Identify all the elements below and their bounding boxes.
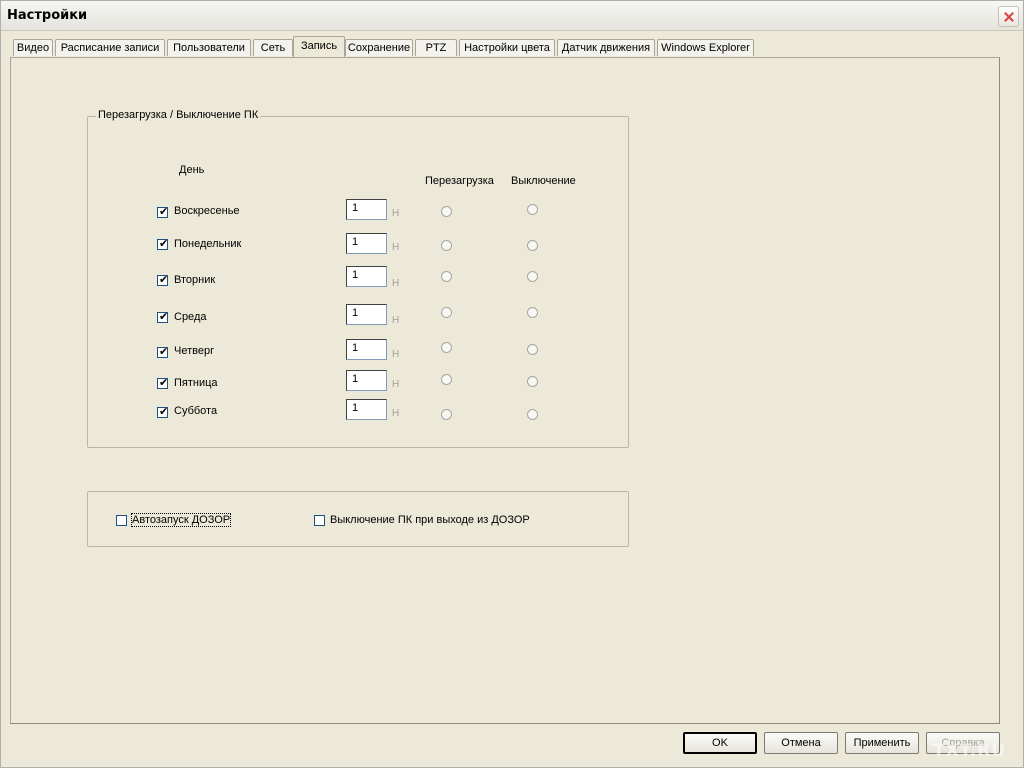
tab-users[interactable]: Пользователи xyxy=(167,39,251,56)
wednesday-shutdown-radio[interactable] xyxy=(527,307,538,318)
thursday-label: Четверг xyxy=(174,345,215,357)
tab-network[interactable]: Сеть xyxy=(253,39,293,56)
reboot-shutdown-group-title: Перезагрузка / Выключение ПК xyxy=(96,109,261,121)
monday-shutdown-radio[interactable] xyxy=(527,240,538,251)
shutdown-on-exit-checkbox[interactable] xyxy=(314,515,325,526)
wednesday-checkbox[interactable]: ✔ xyxy=(157,310,169,323)
check-icon: ✔ xyxy=(159,345,169,358)
check-icon: ✔ xyxy=(159,310,169,323)
tuesday-reboot-radio[interactable] xyxy=(441,271,452,282)
friday-hour-field[interactable]: 1 xyxy=(346,370,387,391)
autostart-label[interactable]: Автозапуск ДОЗОР xyxy=(130,513,232,527)
sunday-shutdown-radio[interactable] xyxy=(527,204,538,215)
autostart-checkbox[interactable] xyxy=(116,515,127,526)
hour-unit-label: Н xyxy=(392,349,400,360)
saturday-hour-field[interactable]: 1 xyxy=(346,399,387,420)
thursday-shutdown-radio[interactable] xyxy=(527,344,538,355)
check-icon: ✔ xyxy=(159,405,169,418)
tab-windows-explorer[interactable]: Windows Explorer xyxy=(657,39,754,56)
tab-color-settings[interactable]: Настройки цвета xyxy=(459,39,555,56)
shutdown-column-header: Выключение xyxy=(511,175,576,187)
saturday-shutdown-radio[interactable] xyxy=(527,409,538,420)
check-icon: ✔ xyxy=(159,205,169,218)
title-bar: Настройки xyxy=(1,1,1023,31)
sunday-label: Воскресенье xyxy=(174,205,240,217)
apply-button[interactable]: Применить xyxy=(845,732,919,754)
monday-reboot-radio[interactable] xyxy=(441,240,452,251)
monday-checkbox[interactable]: ✔ xyxy=(157,237,169,250)
check-icon: ✔ xyxy=(159,237,169,250)
saturday-reboot-radio[interactable] xyxy=(441,409,452,420)
hour-unit-label: Н xyxy=(392,242,400,253)
thursday-checkbox[interactable]: ✔ xyxy=(157,345,169,358)
tab-saving[interactable]: Сохранение xyxy=(345,39,413,56)
window-title: Настройки xyxy=(7,8,88,23)
check-icon: ✔ xyxy=(159,376,169,389)
wednesday-reboot-radio[interactable] xyxy=(441,307,452,318)
day-column-header: День xyxy=(179,164,205,176)
friday-shutdown-radio[interactable] xyxy=(527,376,538,387)
tab-ptz[interactable]: PTZ xyxy=(415,39,457,56)
hour-unit-label: Н xyxy=(392,379,400,390)
sunday-hour-field[interactable]: 1 xyxy=(346,199,387,220)
hour-unit-label: Н xyxy=(392,408,400,419)
sunday-checkbox[interactable]: ✔ xyxy=(157,205,169,218)
wednesday-hour-field[interactable]: 1 xyxy=(346,304,387,325)
monday-hour-field[interactable]: 1 xyxy=(346,233,387,254)
sunday-reboot-radio[interactable] xyxy=(441,206,452,217)
shutdown-on-exit-label[interactable]: Выключение ПК при выходе из ДОЗОР xyxy=(330,514,530,526)
wednesday-label: Среда xyxy=(174,311,207,323)
watermark: TXT.RU xyxy=(933,741,1007,761)
friday-label: Пятница xyxy=(174,377,218,389)
thursday-hour-field[interactable]: 1 xyxy=(346,339,387,360)
tab-recording[interactable]: Запись xyxy=(293,36,345,57)
cancel-button[interactable]: Отмена xyxy=(764,732,838,754)
saturday-checkbox[interactable]: ✔ xyxy=(157,405,169,418)
tuesday-label: Вторник xyxy=(174,274,216,286)
friday-checkbox[interactable]: ✔ xyxy=(157,376,169,389)
tab-video[interactable]: Видео xyxy=(13,39,53,56)
reboot-column-header: Перезагрузка xyxy=(425,175,494,187)
close-button[interactable] xyxy=(998,6,1019,27)
ok-button[interactable]: OK xyxy=(683,732,757,754)
tab-recording-schedule[interactable]: Расписание записи xyxy=(55,39,165,56)
check-icon: ✔ xyxy=(159,273,169,286)
settings-window: Настройки Видео Расписание записи Пользо… xyxy=(0,0,1024,768)
saturday-label: Суббота xyxy=(174,405,218,417)
monday-label: Понедельник xyxy=(174,238,242,250)
friday-reboot-radio[interactable] xyxy=(441,374,452,385)
hour-unit-label: Н xyxy=(392,278,400,289)
hour-unit-label: Н xyxy=(392,208,400,219)
tuesday-shutdown-radio[interactable] xyxy=(527,271,538,282)
thursday-reboot-radio[interactable] xyxy=(441,342,452,353)
hour-unit-label: Н xyxy=(392,315,400,326)
tuesday-hour-field[interactable]: 1 xyxy=(346,266,387,287)
tab-motion-sensor[interactable]: Датчик движения xyxy=(557,39,655,56)
tab-panel: Перезагрузка / Выключение ПК День Переза… xyxy=(10,57,1000,724)
tuesday-checkbox[interactable]: ✔ xyxy=(157,273,169,286)
